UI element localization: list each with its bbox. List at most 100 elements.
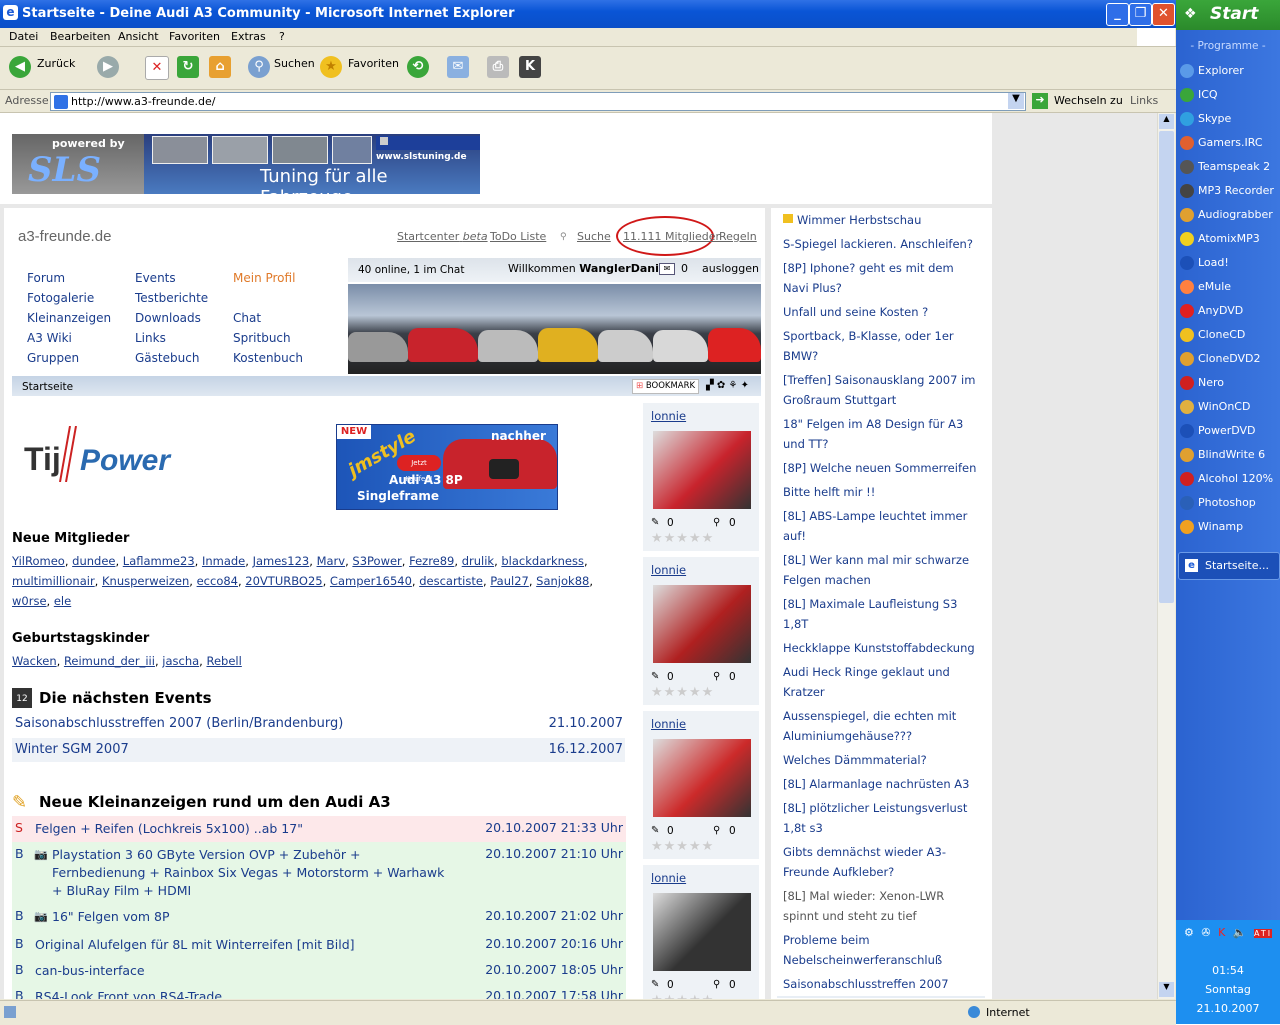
classified-row[interactable]: Bcan-bus-interface 20.10.2007 18:05 Uhr (12, 958, 626, 984)
nav-downloads[interactable]: Downloads (135, 308, 208, 328)
start-program-item[interactable]: ICQ (1180, 86, 1276, 104)
history-icon[interactable]: ⟲ (407, 56, 429, 78)
rating-stars-icon[interactable]: ★★★★★ (651, 531, 714, 546)
program-label[interactable]: Nero (1198, 376, 1224, 389)
refresh-icon[interactable]: ↻ (177, 56, 199, 78)
social-bookmark-icons[interactable]: ▞ ✿ ⚘ ✦ (706, 380, 749, 391)
start-button[interactable]: ❖ Start (1176, 0, 1280, 30)
nav-spritbuch[interactable]: Spritbuch (233, 328, 303, 348)
forum-topic-title[interactable]: S-Spiegel lackieren. Anschleifen? (783, 234, 977, 254)
forum-topic-title[interactable]: Probleme beim Nebelscheinwerferanschluß (783, 930, 977, 970)
forum-topic[interactable]: Gibts demnächst wieder A3-Freunde Aufkle… (777, 840, 985, 886)
member-link[interactable]: blackdarkness (501, 554, 584, 568)
birthday-link[interactable]: Wacken (12, 654, 57, 668)
member-link[interactable]: Sanjok88 (536, 574, 589, 588)
classified-title[interactable]: RS4-Look Front von RS4-Trade (35, 988, 452, 999)
mail-icon[interactable]: ✉ (659, 263, 675, 275)
forum-topic[interactable]: Welches Dämmmaterial? (777, 748, 985, 774)
members-link[interactable]: 11.111 Mitglieder (623, 230, 720, 243)
forum-topic[interactable]: Wimmer Herbstschau (777, 208, 985, 234)
forum-topic[interactable]: Unfall und seine Kosten ? (777, 300, 985, 326)
gallery-photo[interactable] (653, 585, 751, 663)
member-link[interactable]: Paul27 (490, 574, 529, 588)
program-label[interactable]: Teamspeak 2 (1198, 160, 1270, 173)
classified-title[interactable]: Playstation 3 60 GByte Version OVP + Zub… (52, 846, 452, 900)
gallery-user-link[interactable]: lonnie (651, 563, 686, 577)
event-row[interactable]: Winter SGM 2007 16.12.2007 (12, 738, 625, 762)
forum-topic-title[interactable]: Bitte helft mir !! (783, 482, 977, 502)
forum-topic[interactable]: S-Spiegel lackieren. Anschleifen? (777, 232, 985, 258)
program-label[interactable]: AtomixMP3 (1198, 232, 1260, 245)
forum-topic[interactable]: [8P] Welche neuen Sommerreifen (777, 456, 985, 482)
program-label[interactable]: Audiograbber (1198, 208, 1273, 221)
start-program-item[interactable]: AtomixMP3 (1180, 230, 1276, 248)
forum-topic[interactable]: [8P] Iphone? geht es mit dem Navi Plus? (777, 256, 985, 302)
logout-link[interactable]: ausloggen (702, 262, 759, 275)
rules-link[interactable]: Regeln (719, 230, 757, 243)
member-link[interactable]: ecco84 (197, 574, 238, 588)
program-label[interactable]: WinOnCD (1198, 400, 1250, 413)
forum-topic[interactable]: [8L] plötzlicher Leistungsverlust 1,8t s… (777, 796, 985, 842)
nav-events[interactable]: Events (135, 268, 208, 288)
back-icon[interactable]: ◀ (9, 56, 31, 78)
program-label[interactable]: Alcohol 120% (1198, 472, 1273, 485)
menu-extras[interactable]: Extras (231, 30, 266, 43)
forum-topic[interactable]: [8L] ABS-Lampe leuchtet immer auf! (777, 504, 985, 550)
member-link[interactable]: James123 (253, 554, 310, 568)
forum-topic-title[interactable]: Sportback, B-Klasse, oder 1er BMW? (783, 326, 977, 366)
program-label[interactable]: Explorer (1198, 64, 1244, 77)
forum-topic-title[interactable]: Unfall und seine Kosten ? (783, 302, 977, 322)
program-label[interactable]: Load! (1198, 256, 1229, 269)
member-link[interactable]: descartiste (419, 574, 483, 588)
start-program-item[interactable]: Nero (1180, 374, 1276, 392)
username[interactable]: WanglerDaniel (579, 262, 670, 275)
search-icon[interactable]: ⚲ (248, 56, 270, 78)
start-program-item[interactable]: Gamers.IRC (1180, 134, 1276, 152)
scroll-thumb[interactable] (1159, 131, 1174, 603)
start-program-item[interactable]: BlindWrite 6 (1180, 446, 1276, 464)
gallery-photo[interactable] (653, 739, 751, 817)
vertical-scrollbar[interactable]: ▲ ▼ (1157, 113, 1175, 999)
forum-topic[interactable]: [8L] Alarmanlage nachrüsten A3 (777, 772, 985, 798)
forum-topic-title[interactable]: Heckklappe Kunststoffabdeckung (783, 638, 977, 658)
start-program-item[interactable]: CloneDVD2 (1180, 350, 1276, 368)
forum-topic[interactable]: Probleme beim Nebelscheinwerferanschluß (777, 928, 985, 974)
start-program-item[interactable]: Alcohol 120% (1180, 470, 1276, 488)
tray-icons[interactable]: ⚙ ✇ K 🔈 ATI (1184, 926, 1273, 939)
home-icon[interactable]: ⌂ (209, 56, 231, 78)
member-link[interactable]: ele (54, 594, 71, 608)
print-icon[interactable]: ⎙ (487, 56, 509, 78)
site-logo[interactable]: a3-freunde.de (18, 228, 111, 245)
classified-title[interactable]: Felgen + Reifen (Lochkreis 5x100) ..ab 1… (35, 820, 452, 838)
messenger-icon[interactable]: K (519, 56, 541, 78)
forum-topic[interactable]: [Treffen] Saisonausklang 2007 im Großrau… (777, 368, 985, 414)
tijpower-ad[interactable]: Tij Power (20, 425, 220, 483)
forum-topic-title[interactable]: [8L] Mal wieder: Xenon-LWR spinnt und st… (783, 886, 977, 926)
forum-topic-title[interactable]: Audi Heck Ringe geklaut und Kratzer (783, 662, 977, 702)
forum-topic[interactable]: Saisonabschlusstreffen 2007 (777, 972, 985, 998)
nav-kleinanzeigen[interactable]: Kleinanzeigen (27, 308, 111, 328)
start-program-item[interactable]: MP3 Recorder (1180, 182, 1276, 200)
classified-title[interactable]: 16" Felgen vom 8P (52, 908, 452, 926)
program-label[interactable]: Gamers.IRC (1198, 136, 1263, 149)
audi-a3-ad[interactable]: NEW jmstyle Jetzt Kaufen! nachher Audi A… (336, 424, 558, 510)
event-name[interactable]: Saisonabschlusstreffen 2007 (Berlin/Bran… (15, 716, 343, 731)
forum-topic[interactable]: Heckklappe Kunststoffabdeckung (777, 636, 985, 662)
forum-topic-title[interactable]: Wimmer Herbstschau (797, 210, 977, 230)
classified-row[interactable]: B 📷 16" Felgen vom 8P 20.10.2007 21:02 Uhr (12, 904, 626, 932)
forum-topic-title[interactable]: Gibts demnächst wieder A3-Freunde Aufkle… (783, 842, 977, 882)
nav-a3wiki[interactable]: A3 Wiki (27, 328, 111, 348)
birthday-link[interactable]: Rebell (206, 654, 241, 668)
gallery-user-link[interactable]: lonnie (651, 717, 686, 731)
taskbar-item[interactable]: e Startseite... (1178, 552, 1280, 580)
rating-stars-icon[interactable]: ★★★★★ (651, 685, 714, 700)
program-label[interactable]: eMule (1198, 280, 1231, 293)
start-program-item[interactable]: Audiograbber (1180, 206, 1276, 224)
todo-link[interactable]: ToDo Liste (490, 230, 546, 243)
member-link[interactable]: S3Power (352, 554, 401, 568)
start-program-item[interactable]: eMule (1180, 278, 1276, 296)
maximize-button[interactable]: ❐ (1129, 3, 1152, 26)
menu-help[interactable]: ? (279, 30, 285, 43)
start-program-item[interactable]: PowerDVD (1180, 422, 1276, 440)
classified-row[interactable]: B RS4-Look Front von RS4-Trade 20.10.2007 … (12, 984, 626, 999)
